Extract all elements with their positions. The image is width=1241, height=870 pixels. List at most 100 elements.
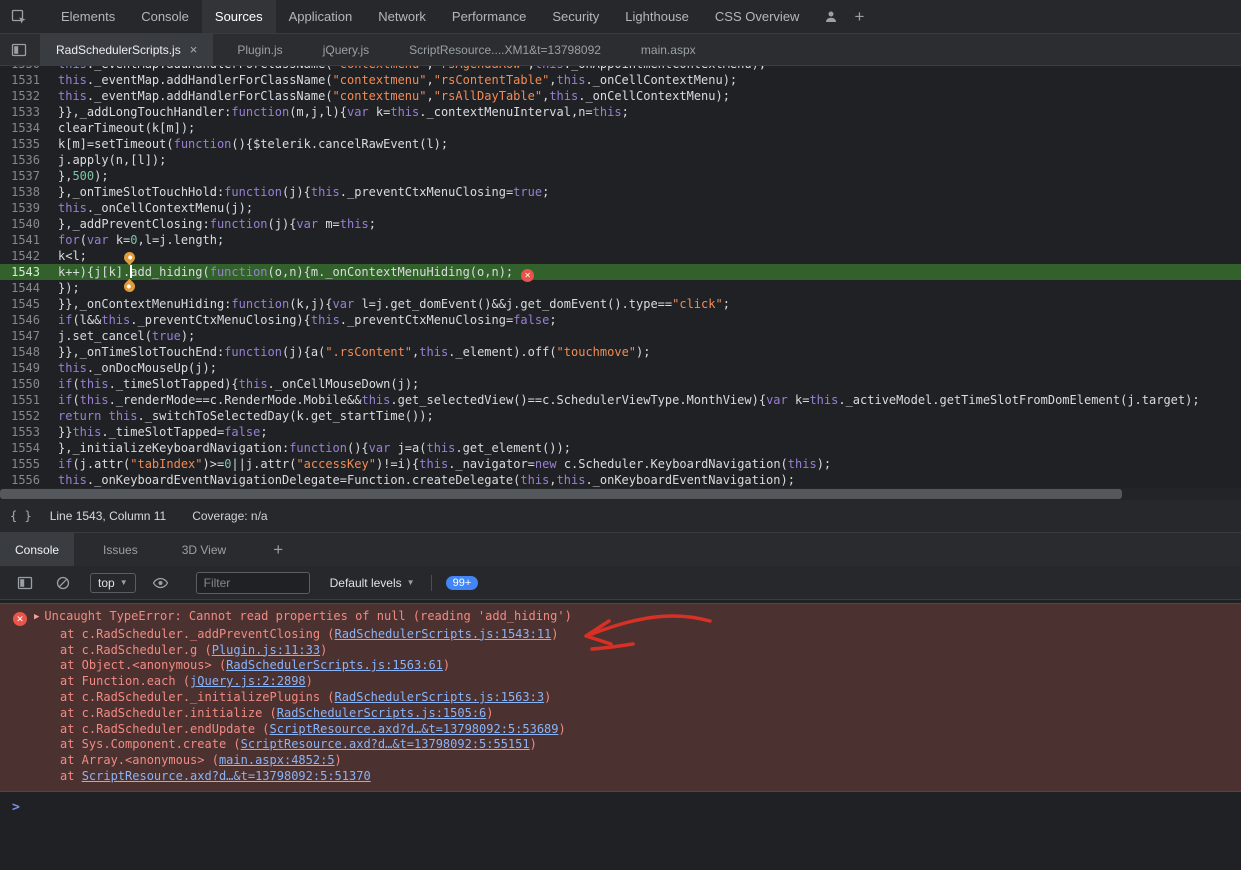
line-number[interactable]: 1553 [0, 424, 50, 440]
user-icon[interactable] [818, 4, 844, 30]
stack-source-link[interactable]: ScriptResource.axd?d…&t=13798092:5:55151 [241, 737, 530, 751]
main-tab-network[interactable]: Network [365, 0, 439, 33]
stack-frame: at c.RadScheduler._initializePlugins (Ra… [0, 690, 1241, 706]
line-number[interactable]: 1541 [0, 232, 50, 248]
clear-console-icon[interactable] [50, 570, 76, 596]
line-number[interactable]: 1552 [0, 408, 50, 424]
main-tab-security[interactable]: Security [539, 0, 612, 33]
stack-source-link[interactable]: Plugin.js:11:33 [212, 643, 320, 657]
code-text: j.apply(n,[l]); [50, 152, 166, 168]
line-number[interactable]: 1539 [0, 200, 50, 216]
code-text: },_onTimeSlotTouchHold:function(j){this.… [50, 184, 549, 200]
line-number[interactable]: 1551 [0, 392, 50, 408]
stack-source-link[interactable]: ScriptResource.axd?d…&t=13798092:5:53689 [270, 722, 559, 736]
horizontal-scrollbar[interactable] [0, 488, 1241, 500]
drawer-tab-issues[interactable]: Issues [88, 533, 153, 566]
line-number[interactable]: 1538 [0, 184, 50, 200]
main-tab-lighthouse[interactable]: Lighthouse [612, 0, 702, 33]
navigator-toggle-icon[interactable] [6, 37, 32, 63]
line-number[interactable]: 1554 [0, 440, 50, 456]
line-number[interactable]: 1532 [0, 88, 50, 104]
code-text: k++){j[k].add_hiding(function(o,n){m._on… [50, 264, 534, 280]
line-number[interactable]: 1544 [0, 280, 50, 296]
line-number[interactable]: 1545 [0, 296, 50, 312]
expand-triangle-icon[interactable]: ▶ [34, 610, 39, 626]
line-number[interactable]: 1548 [0, 344, 50, 360]
main-tab-css-overview[interactable]: CSS Overview [702, 0, 813, 33]
stack-source-link[interactable]: jQuery.js:2:2898 [190, 674, 306, 688]
filter-input[interactable] [196, 572, 310, 594]
stack-source-link[interactable]: main.aspx:4852:5 [219, 753, 335, 767]
inspect-icon[interactable] [6, 4, 32, 30]
stack-frame: at Function.each (jQuery.js:2:2898) [0, 674, 1241, 690]
line-number[interactable]: 1536 [0, 152, 50, 168]
stack-frame-close: ) [559, 722, 566, 736]
stack-source-link[interactable]: RadSchedulerScripts.js:1505:6 [277, 706, 487, 720]
stack-source-link[interactable]: RadSchedulerScripts.js:1543:11 [335, 627, 552, 641]
file-tab-radschedulerscripts-js[interactable]: RadSchedulerScripts.js × [40, 34, 213, 65]
main-tab-application[interactable]: Application [276, 0, 366, 33]
code-lines: 1530this._eventMap.addHandlerForClassNam… [0, 66, 1241, 488]
code-text: k<l; [50, 248, 87, 264]
main-toolbar: ElementsConsoleSourcesApplicationNetwork… [0, 0, 1241, 34]
live-expression-eye-icon[interactable] [148, 570, 174, 596]
code-text: }},_onContextMenuHiding:function(k,j){va… [50, 296, 730, 312]
console-toolbar: top ▼ Default levels ▼ 99+ [0, 566, 1241, 600]
code-text: for(var k=0,l=j.length; [50, 232, 224, 248]
code-line-1553: 1553}}this._timeSlotTapped=false; [0, 424, 1241, 440]
stack-frame: at ScriptResource.axd?d…&t=13798092:5:51… [0, 769, 1241, 785]
stack-frame-text: at [60, 769, 82, 783]
console-sidebar-icon[interactable] [12, 570, 38, 596]
scrollbar-thumb[interactable] [0, 489, 1122, 499]
prompt-chevron-icon: > [12, 800, 20, 815]
file-tab-label: RadSchedulerScripts.js [56, 43, 181, 57]
line-number[interactable]: 1543 [0, 264, 50, 280]
console-prompt[interactable]: > [0, 800, 1241, 815]
code-editor[interactable]: 1530this._eventMap.addHandlerForClassNam… [0, 66, 1241, 488]
log-levels-dropdown[interactable]: Default levels ▼ [330, 576, 415, 590]
file-tab-main-aspx[interactable]: main.aspx [625, 34, 712, 65]
line-number[interactable]: 1549 [0, 360, 50, 376]
add-panel-button[interactable]: + [844, 7, 874, 27]
context-selector[interactable]: top ▼ [90, 573, 136, 593]
code-line-1531: 1531this._eventMap.addHandlerForClassNam… [0, 72, 1241, 88]
stack-source-link[interactable]: RadSchedulerScripts.js:1563:3 [335, 690, 545, 704]
main-tab-sources[interactable]: Sources [202, 0, 276, 33]
line-number[interactable]: 1542 [0, 248, 50, 264]
stack-frame-close: ) [530, 737, 537, 751]
issues-count-badge[interactable]: 99+ [446, 576, 479, 590]
main-tab-performance[interactable]: Performance [439, 0, 539, 33]
code-text: }}this._timeSlotTapped=false; [50, 424, 268, 440]
error-message-row: ▶Uncaught TypeError: Cannot read propert… [0, 609, 1241, 627]
file-tab-scriptresource-xm1-t-13798092[interactable]: ScriptResource....XM1&t=13798092 [393, 34, 617, 65]
line-number[interactable]: 1556 [0, 472, 50, 488]
line-number[interactable]: 1533 [0, 104, 50, 120]
stack-frame-close: ) [335, 753, 342, 767]
line-number[interactable]: 1531 [0, 72, 50, 88]
file-tab-jquery-js[interactable]: jQuery.js [307, 34, 385, 65]
console-error-message[interactable]: ✕ ▶Uncaught TypeError: Cannot read prope… [0, 603, 1241, 792]
stack-trace: at c.RadScheduler._addPreventClosing (Ra… [0, 627, 1241, 785]
stack-source-link[interactable]: RadSchedulerScripts.js:1563:61 [226, 658, 443, 672]
line-number[interactable]: 1550 [0, 376, 50, 392]
code-line-1546: 1546if(l&&this._preventCtxMenuClosing){t… [0, 312, 1241, 328]
pretty-print-button[interactable]: { } [10, 509, 32, 523]
main-tab-elements[interactable]: Elements [48, 0, 128, 33]
line-number[interactable]: 1535 [0, 136, 50, 152]
stack-frame: at c.RadScheduler._addPreventClosing (Ra… [0, 627, 1241, 643]
drawer-tab-3d-view[interactable]: 3D View [167, 533, 241, 566]
line-number[interactable]: 1555 [0, 456, 50, 472]
code-text: this._eventMap.addHandlerForClassName("c… [50, 72, 737, 88]
line-number[interactable]: 1546 [0, 312, 50, 328]
close-tab-icon[interactable]: × [190, 42, 198, 57]
line-number[interactable]: 1547 [0, 328, 50, 344]
line-number[interactable]: 1537 [0, 168, 50, 184]
main-tab-console[interactable]: Console [128, 0, 202, 33]
code-line-1535: 1535k[m]=setTimeout(function(){$telerik.… [0, 136, 1241, 152]
drawer-tab-console[interactable]: Console [0, 533, 74, 566]
line-number[interactable]: 1540 [0, 216, 50, 232]
add-drawer-tab-button[interactable]: + [263, 540, 293, 560]
stack-source-link[interactable]: ScriptResource.axd?d…&t=13798092:5:51370 [82, 769, 371, 783]
file-tab-plugin-js[interactable]: Plugin.js [221, 34, 298, 65]
line-number[interactable]: 1534 [0, 120, 50, 136]
